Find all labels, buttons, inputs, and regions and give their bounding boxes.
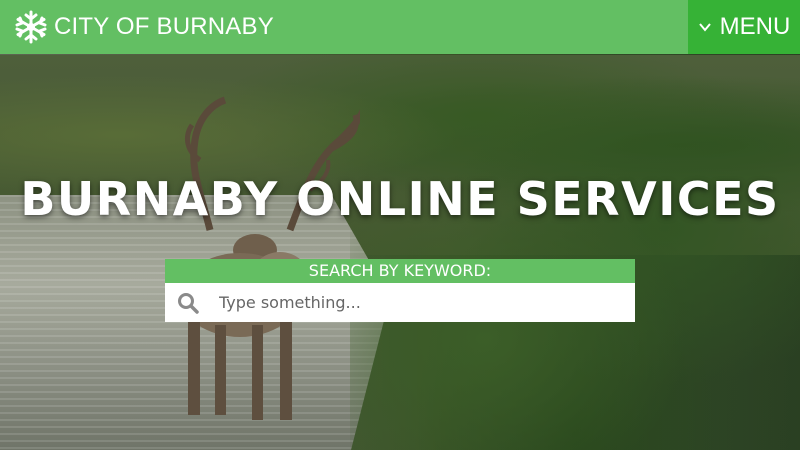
snowflake-logo-icon — [15, 10, 47, 44]
site-name: CITY OF BURNABY — [54, 13, 274, 40]
search-input[interactable] — [219, 287, 619, 318]
menu-label: MENU — [719, 13, 791, 40]
search-field-row[interactable] — [165, 283, 635, 322]
city-logo-link[interactable]: CITY OF BURNABY — [14, 9, 274, 45]
keyword-search: SEARCH BY KEYWORD: — [165, 259, 635, 322]
chevron-down-icon — [698, 23, 711, 32]
search-label: SEARCH BY KEYWORD: — [165, 259, 635, 283]
top-header-bar: CITY OF BURNABY MENU — [0, 0, 800, 54]
menu-button[interactable]: MENU — [688, 0, 800, 54]
search-icon[interactable] — [177, 292, 199, 314]
page-title: BURNABY ONLINE SERVICES — [20, 172, 780, 226]
